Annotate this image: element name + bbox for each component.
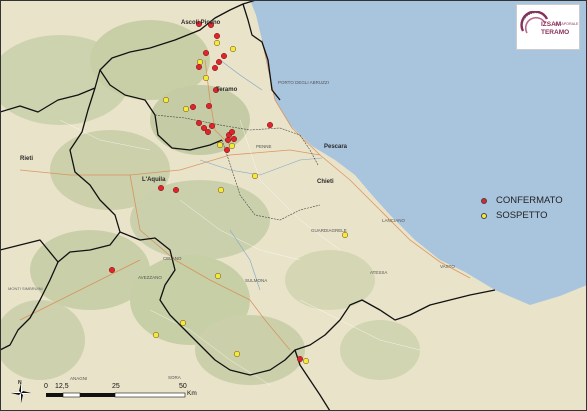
confirmed-outbreak-point[interactable] <box>215 59 222 66</box>
legend-suspected: SOSPETTO <box>481 208 563 223</box>
confirmed-outbreak-point[interactable] <box>157 184 164 191</box>
confirmed-outbreak-point[interactable] <box>208 122 215 129</box>
legend-confirmed-label: CONFERMATO <box>496 195 563 206</box>
logo-caporale: G.CAPORALE <box>555 22 579 26</box>
suspected-outbreak-point[interactable] <box>213 40 220 47</box>
label-sora: SORA <box>168 375 181 380</box>
izsam-logo: IZSAM G.CAPORALE TERAMO <box>516 4 580 50</box>
suspected-outbreak-point[interactable] <box>152 332 159 339</box>
scale-bar <box>46 392 186 398</box>
confirmed-swatch <box>481 197 487 204</box>
label-celano: CELANO <box>163 256 182 261</box>
label-lanciano: LANCIANO <box>382 218 406 223</box>
suspected-outbreak-point[interactable] <box>196 59 203 66</box>
confirmed-outbreak-point[interactable] <box>195 63 202 70</box>
confirmed-outbreak-point[interactable] <box>205 102 212 109</box>
label-rieti: Rieti <box>20 156 34 162</box>
confirmed-outbreak-point[interactable] <box>220 53 227 60</box>
confirmed-outbreak-point[interactable] <box>224 136 231 143</box>
suspected-outbreak-point[interactable] <box>182 105 189 112</box>
suspected-outbreak-point[interactable] <box>216 141 223 148</box>
suspected-outbreak-point[interactable] <box>303 358 310 365</box>
label-pescara: Pescara <box>324 144 348 150</box>
label-laquila: L'Aquila <box>142 177 166 183</box>
suspected-outbreak-point[interactable] <box>251 172 258 179</box>
scale-unit: Km <box>187 390 197 397</box>
confirmed-outbreak-point[interactable] <box>108 267 115 274</box>
confirmed-outbreak-point[interactable] <box>213 33 220 40</box>
legend-confirmed: CONFERMATO <box>481 193 563 208</box>
label-ascoli-piceno: Ascoli Piceno <box>181 20 221 26</box>
confirmed-outbreak-point[interactable] <box>228 128 235 135</box>
logo-teramo: TERAMO <box>541 29 570 36</box>
legend-suspected-label: SOSPETTO <box>496 210 548 221</box>
label-porto: PORTO DEGLI ABRUZZI <box>278 80 329 85</box>
suspected-outbreak-point[interactable] <box>229 46 236 53</box>
confirmed-outbreak-point[interactable] <box>223 146 230 153</box>
scale-tick-50: 50 <box>179 383 187 390</box>
suspected-outbreak-point[interactable] <box>342 231 349 238</box>
confirmed-outbreak-point[interactable] <box>195 119 202 126</box>
label-sulmona: SULMONA <box>245 278 268 283</box>
suspected-swatch <box>481 212 487 219</box>
label-guardiagrele: GUARDIAGRELE <box>311 228 347 233</box>
map-legend: CONFERMATO SOSPETTO <box>481 193 563 223</box>
suspected-outbreak-point[interactable] <box>233 351 240 358</box>
confirmed-outbreak-point[interactable] <box>267 121 274 128</box>
suspected-outbreak-point[interactable] <box>202 74 209 81</box>
label-teramo: Teramo <box>216 87 238 93</box>
label-vasto: VASTO <box>440 264 455 269</box>
suspected-outbreak-point[interactable] <box>217 186 224 193</box>
compass-n: N <box>18 380 22 386</box>
map-view[interactable]: Ascoli Piceno Teramo Pescara Chieti L'Aq… <box>0 0 587 411</box>
suspected-outbreak-point[interactable] <box>179 320 186 327</box>
confirmed-outbreak-point[interactable] <box>189 103 196 110</box>
confirmed-outbreak-point[interactable] <box>202 50 209 57</box>
scale-tick-25: 25 <box>112 383 120 390</box>
suspected-outbreak-point[interactable] <box>162 96 169 103</box>
suspected-outbreak-point[interactable] <box>214 273 221 280</box>
label-chieti: Chieti <box>317 179 334 185</box>
label-atessa: ATESSA <box>370 270 388 275</box>
label-anagni: ANAGNI <box>70 376 88 381</box>
scale-tick-12: 12,5 <box>55 383 69 390</box>
label-monti: MONTI SIMBRUINI <box>8 286 43 291</box>
confirmed-outbreak-point[interactable] <box>211 64 218 71</box>
confirmed-outbreak-point[interactable] <box>297 356 304 363</box>
suspected-outbreak-point[interactable] <box>228 142 235 149</box>
label-avezzano: AVEZZANO <box>138 275 162 280</box>
confirmed-outbreak-point[interactable] <box>172 186 179 193</box>
scale-tick-0: 0 <box>44 383 48 390</box>
confirmed-outbreak-point[interactable] <box>204 128 211 135</box>
label-penne: PENNE <box>256 144 272 149</box>
confirmed-outbreak-point[interactable] <box>230 135 237 142</box>
